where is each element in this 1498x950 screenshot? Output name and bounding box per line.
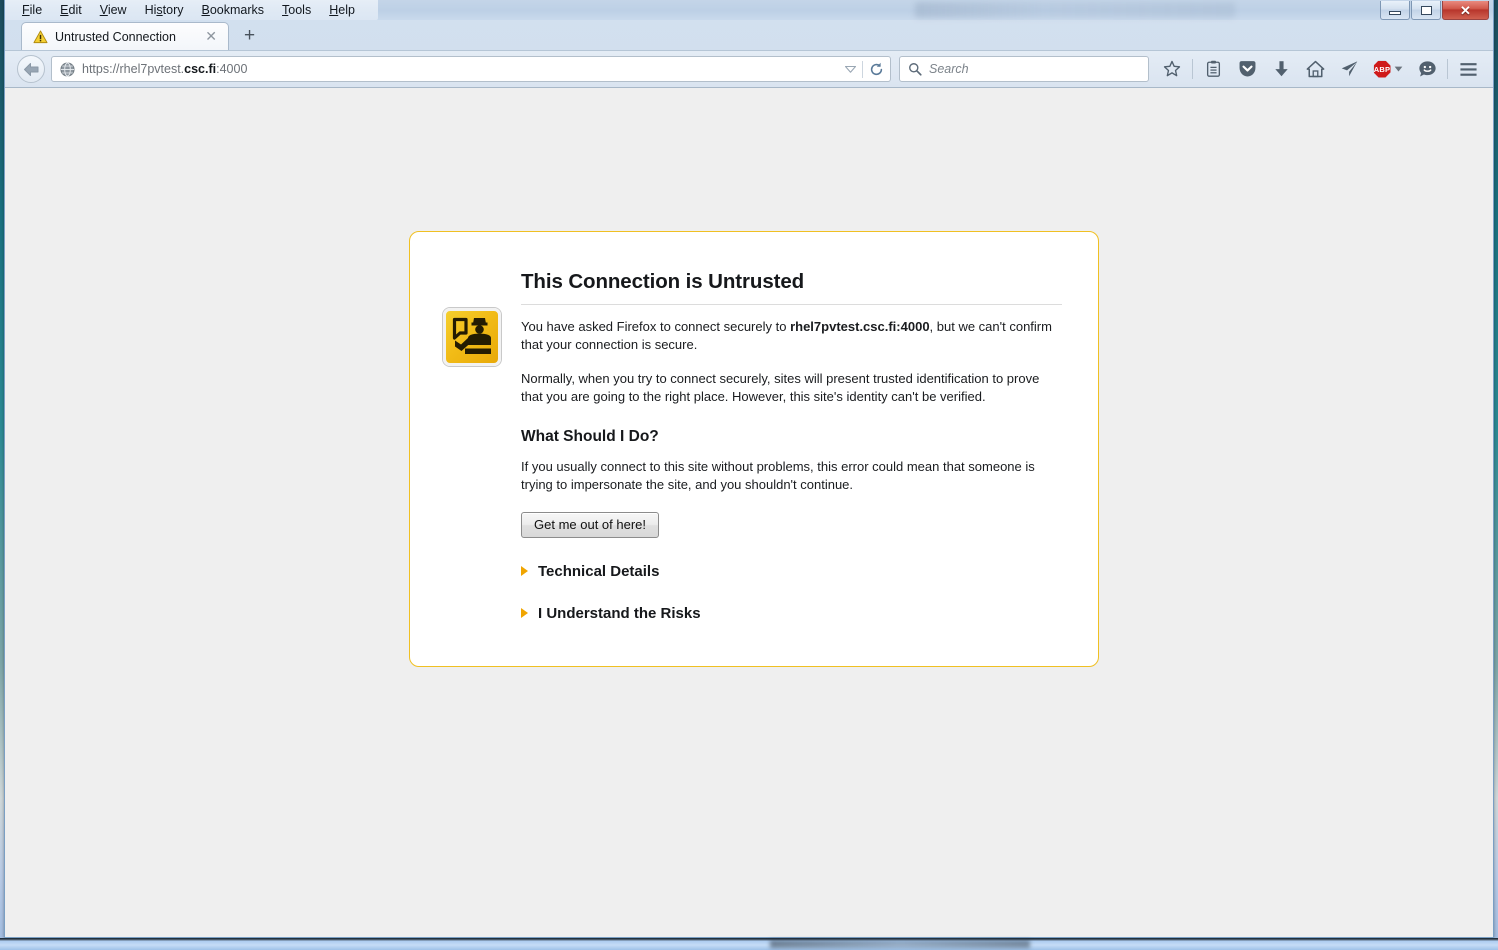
reading-list-icon	[1206, 60, 1220, 77]
paragraph1-host: rhel7pvtest.csc.fi:4000	[790, 319, 930, 334]
hamburger-menu-button[interactable]	[1451, 54, 1485, 84]
close-icon: ✕	[1460, 2, 1471, 18]
close-button[interactable]: ✕	[1442, 1, 1489, 20]
send-tab-button[interactable]	[1332, 54, 1366, 84]
error-icon-container	[443, 270, 521, 622]
reading-list-button[interactable]	[1196, 54, 1230, 84]
url-port: :4000	[216, 62, 248, 76]
titlebar-background-blur	[915, 2, 1235, 18]
navigation-toolbar: https://rhel7pvtest.csc.fi:4000 Search A…	[5, 50, 1493, 88]
chevron-right-icon	[521, 566, 528, 577]
tab-strip: Untrusted Connection ✕ +	[5, 20, 1493, 50]
menu-item-help[interactable]: Help	[320, 1, 364, 19]
taskbar-items-blur	[770, 940, 1030, 948]
menu-item-tools[interactable]: Tools	[273, 1, 320, 19]
toolbar-divider	[1447, 59, 1448, 79]
taskbar[interactable]	[0, 938, 1498, 950]
tab-title: Untrusted Connection	[55, 29, 176, 44]
browser-window: File Edit View History Bookmarks Tools H…	[4, 0, 1494, 938]
new-tab-button[interactable]: +	[237, 26, 262, 47]
page-title: This Connection is Untrusted	[521, 270, 1062, 305]
page-content-area: This Connection is Untrusted You have as…	[5, 88, 1493, 937]
technical-details-label: Technical Details	[538, 562, 660, 580]
menu-item-view[interactable]: View	[91, 1, 136, 19]
reload-icon	[870, 62, 883, 75]
error-body: This Connection is Untrusted You have as…	[521, 270, 1062, 622]
i-understand-the-risks-label: I Understand the Risks	[538, 604, 701, 622]
passport-officer-glyph	[452, 317, 491, 354]
toolbar-divider	[1192, 59, 1193, 79]
home-button[interactable]	[1298, 54, 1332, 84]
back-button[interactable]	[17, 55, 45, 83]
error-paragraph-3: If you usually connect to this site with…	[521, 458, 1035, 492]
minimize-icon	[1389, 10, 1401, 15]
adblock-plus-button[interactable]: ABP	[1366, 54, 1410, 84]
menu-bar: File Edit View History Bookmarks Tools H…	[5, 0, 378, 20]
window-controls: ✕	[1380, 1, 1489, 20]
menu-item-bookmarks[interactable]: Bookmarks	[193, 1, 274, 19]
feedback-smiley-icon	[1418, 61, 1436, 77]
url-prefix: https://rhel7pvtest.	[82, 62, 185, 76]
url-domain: csc.fi	[184, 62, 217, 76]
globe-icon	[60, 61, 75, 77]
i-understand-the-risks-expander[interactable]: I Understand the Risks	[521, 605, 701, 622]
desktop-background: File Edit View History Bookmarks Tools H…	[0, 0, 1498, 950]
get-me-out-of-here-button[interactable]: Get me out of here!	[521, 511, 660, 538]
magnifier-icon	[909, 63, 922, 76]
maximize-icon	[1420, 5, 1432, 15]
bookmark-star-button[interactable]	[1155, 54, 1189, 84]
downloads-button[interactable]	[1264, 54, 1298, 84]
chevron-down-icon	[844, 65, 856, 73]
home-icon	[1306, 60, 1324, 78]
bookmark-star-icon	[1163, 60, 1181, 77]
chevron-right-icon	[521, 608, 528, 619]
back-arrow-icon	[23, 62, 38, 76]
send-tab-icon	[1341, 61, 1357, 77]
feedback-button[interactable]	[1410, 54, 1444, 84]
search-bar[interactable]: Search	[899, 56, 1149, 82]
what-should-i-do-heading: What Should I Do?	[521, 427, 659, 445]
tab-close-button[interactable]: ✕	[203, 29, 219, 45]
tab-untrusted-connection[interactable]: Untrusted Connection ✕	[21, 22, 229, 50]
warning-triangle-icon	[33, 29, 48, 43]
downloads-icon	[1274, 61, 1288, 77]
error-paragraph-2: Normally, when you try to connect secure…	[521, 370, 1040, 404]
menu-item-history[interactable]: History	[136, 1, 193, 19]
search-input[interactable]: Search	[929, 62, 969, 76]
adblock-plus-icon: ABP	[1373, 60, 1391, 78]
maximize-button[interactable]	[1411, 1, 1441, 20]
pocket-button[interactable]	[1230, 54, 1264, 84]
pocket-icon	[1239, 61, 1255, 77]
url-text[interactable]: https://rhel7pvtest.csc.fi:4000	[82, 62, 838, 76]
chevron-down-icon	[1394, 66, 1402, 72]
error-paragraph-1: You have asked Firefox to connect secure…	[521, 318, 1062, 354]
paragraph1-before: You have asked Firefox to connect secure…	[521, 319, 791, 334]
menu-item-edit[interactable]: Edit	[51, 1, 91, 19]
url-bar[interactable]: https://rhel7pvtest.csc.fi:4000	[51, 56, 891, 82]
toolbar-icon-group: ABP	[1155, 54, 1485, 84]
minimize-button[interactable]	[1380, 1, 1410, 20]
window-title-bar: File Edit View History Bookmarks Tools H…	[5, 0, 1493, 20]
menu-item-file[interactable]: File	[13, 1, 51, 19]
hamburger-menu-icon	[1459, 62, 1477, 76]
technical-details-expander[interactable]: Technical Details	[521, 563, 659, 580]
passport-officer-icon	[443, 308, 501, 366]
url-dropdown-button[interactable]	[838, 57, 862, 81]
reload-button[interactable]	[863, 57, 890, 81]
untrusted-connection-panel: This Connection is Untrusted You have as…	[409, 231, 1099, 667]
